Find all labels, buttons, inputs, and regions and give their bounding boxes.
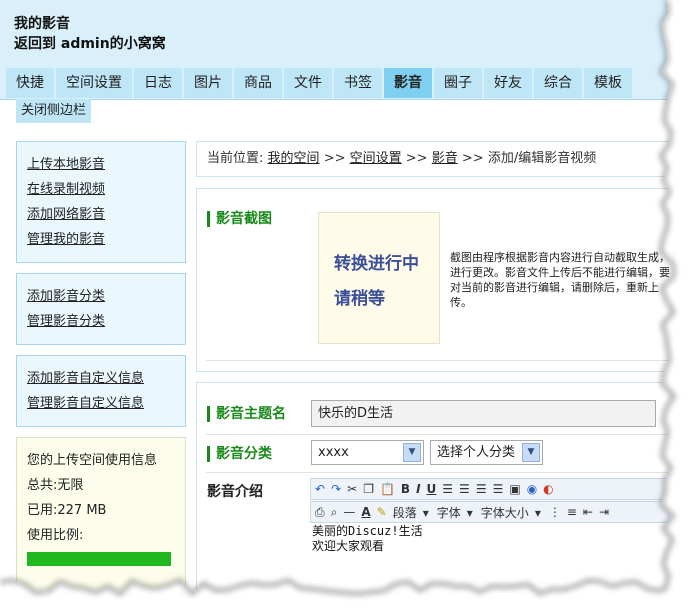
sidebar-add-category[interactable]: 添加影音分类 <box>17 284 185 309</box>
sidebar-manage-custom-info[interactable]: 管理影音自定义信息 <box>17 391 185 416</box>
app-window: 我的影音 返回到 admin的小窝窝 快捷 空间设置 日志 图片 商品 文件 书… <box>0 0 670 590</box>
chevron-down-icon: ▼ <box>403 443 421 462</box>
breadcrumb-space-settings[interactable]: 空间设置 <box>350 151 402 166</box>
outdent-icon[interactable]: ⇤ <box>583 505 593 519</box>
source-icon[interactable]: ⎙ <box>315 505 325 520</box>
category-select[interactable]: xxxx ▼ <box>311 440 424 465</box>
media-icon[interactable]: ◐ <box>543 482 553 496</box>
tab-goods[interactable]: 商品 <box>234 68 282 98</box>
title-input[interactable]: 快乐的D生活 <box>311 400 656 427</box>
tab-video[interactable]: 影音 <box>384 68 432 98</box>
page-title: 我的影音 <box>14 16 70 32</box>
font-dropdown[interactable]: 字体 ▾ <box>437 504 473 521</box>
breadcrumb-prefix: 当前位置: <box>207 151 264 166</box>
divider <box>206 434 670 435</box>
hr-icon[interactable]: — <box>343 505 355 519</box>
redo-icon[interactable]: ↷ <box>331 482 341 496</box>
find-icon[interactable]: ⌕ <box>331 505 338 520</box>
paragraph-dropdown[interactable]: 段落 ▾ <box>393 504 429 521</box>
sidebar-add-network[interactable]: 添加网络影音 <box>17 202 185 227</box>
header: 我的影音 返回到 admin的小窝窝 快捷 空间设置 日志 图片 商品 文件 书… <box>0 0 670 100</box>
italic-icon[interactable]: I <box>416 482 420 496</box>
editor-toolbar-row1: ↶ ↷ ✂ ❐ 📋 B I U ☰ ☰ ☰ ☰ ▣ ◉ ◐ <box>310 478 670 500</box>
breadcrumb-separator: >> <box>323 151 346 166</box>
screenshot-label: 影音截图 <box>207 211 272 227</box>
font-color-icon[interactable]: A <box>361 505 370 519</box>
tab-friends[interactable]: 好友 <box>484 68 532 98</box>
sidebar-add-custom-info[interactable]: 添加影音自定义信息 <box>17 366 185 391</box>
usage-used: 已用:227 MB <box>27 503 107 518</box>
undo-icon[interactable]: ↶ <box>315 482 325 496</box>
rich-text-editor: ↶ ↷ ✂ ❐ 📋 B I U ☰ ☰ ☰ ☰ ▣ ◉ ◐ ⎙ ⌕ — A ✎ … <box>310 478 670 590</box>
image-icon[interactable]: ▣ <box>509 482 520 496</box>
screenshot-description: 截图由程序根据影音内容进行自动截取生成，进行更改。影音文件上传后不能进行编辑，要… <box>450 251 670 309</box>
align-right-icon[interactable]: ☰ <box>476 482 487 496</box>
align-center-icon[interactable]: ☰ <box>459 482 470 496</box>
ordered-list-icon[interactable]: ⋮ <box>549 505 561 519</box>
back-link[interactable]: 返回到 admin的小窝窝 <box>14 33 166 53</box>
breadcrumb-video[interactable]: 影音 <box>432 151 458 166</box>
tab-images[interactable]: 图片 <box>184 68 232 98</box>
breadcrumb-separator: >> <box>461 151 484 166</box>
divider <box>206 360 670 361</box>
tab-blog[interactable]: 日志 <box>134 68 182 98</box>
editor-content-line: 欢迎大家观看 <box>312 539 385 553</box>
font-size-dropdown[interactable]: 字体大小 ▾ <box>481 504 541 521</box>
copy-icon[interactable]: ❐ <box>363 482 374 496</box>
font-dropdown-label: 字体 <box>436 505 461 520</box>
breadcrumb-separator: >> <box>405 151 428 166</box>
title-label: 影音主题名 <box>207 406 286 422</box>
tab-general[interactable]: 综合 <box>534 68 582 98</box>
sidebar-video-actions: 上传本地影音 在线录制视频 添加网络影音 管理我的影音 <box>16 141 186 263</box>
close-sidebar-button[interactable]: 关闭侧边栏 <box>16 99 92 123</box>
tab-bar: 快捷 空间设置 日志 图片 商品 文件 书签 影音 圈子 好友 综合 模板 <box>6 68 634 98</box>
tab-circles[interactable]: 圈子 <box>434 68 482 98</box>
breadcrumb-my-space[interactable]: 我的空间 <box>268 151 320 166</box>
usage-title: 您的上传空间使用信息 <box>27 453 158 468</box>
tab-template[interactable]: 模板 <box>584 68 632 98</box>
font-size-dropdown-label: 字体大小 <box>480 505 529 520</box>
usage-ratio-label: 使用比例: <box>27 528 84 543</box>
editor-toolbar-row2: ⎙ ⌕ — A ✎ 段落 ▾ 字体 ▾ 字体大小 ▾ ⋮ ≡ ⇤ ⇥ <box>310 501 670 523</box>
usage-panel: 您的上传空间使用信息 总共:无限 已用:227 MB 使用比例: <box>16 437 186 590</box>
chevron-down-icon: ▼ <box>522 443 540 462</box>
video-thumbnail: 转换进行中 请稍等 <box>318 212 440 344</box>
sidebar-custom-info-actions: 添加影音自定义信息 管理影音自定义信息 <box>16 355 186 427</box>
thumb-line1: 转换进行中 <box>334 254 419 274</box>
paragraph-dropdown-label: 段落 <box>392 505 417 520</box>
paste-icon[interactable]: 📋 <box>380 482 395 496</box>
divider <box>206 472 670 473</box>
bold-icon[interactable]: B <box>401 482 410 496</box>
usage-total: 总共:无限 <box>27 478 84 493</box>
sidebar-upload-local[interactable]: 上传本地影音 <box>17 152 185 177</box>
category-select-value: xxxx <box>318 445 349 460</box>
indent-icon[interactable]: ⇥ <box>599 505 609 519</box>
editor-content[interactable]: 美丽的Discuz!生活 欢迎大家观看 <box>312 524 423 554</box>
breadcrumb-current: 添加/编辑影音视频 <box>487 151 597 166</box>
tab-space-settings[interactable]: 空间设置 <box>56 68 132 98</box>
breadcrumb: 当前位置: 我的空间 >> 空间设置 >> 影音 >> 添加/编辑影音视频 <box>196 141 670 177</box>
underline-icon[interactable]: U <box>427 482 437 496</box>
intro-label: 影音介绍 <box>207 484 263 500</box>
personal-category-select[interactable]: 选择个人分类 ▼ <box>430 440 543 465</box>
usage-progress-bar <box>27 552 171 566</box>
editor-content-line: 美丽的Discuz!生活 <box>312 524 423 538</box>
align-left-icon[interactable]: ☰ <box>442 482 453 496</box>
sidebar-category-actions: 添加影音分类 管理影音分类 <box>16 273 186 345</box>
thumb-line2: 请稍等 <box>334 289 385 309</box>
unordered-list-icon[interactable]: ≡ <box>567 505 577 519</box>
sidebar-manage-category[interactable]: 管理影音分类 <box>17 309 185 334</box>
category-label: 影音分类 <box>207 446 272 462</box>
flash-icon[interactable]: ◉ <box>527 482 537 496</box>
highlight-icon[interactable]: ✎ <box>377 505 387 519</box>
tab-files[interactable]: 文件 <box>284 68 332 98</box>
sidebar-record-online[interactable]: 在线录制视频 <box>17 177 185 202</box>
align-justify-icon[interactable]: ☰ <box>493 482 504 496</box>
cut-icon[interactable]: ✂ <box>347 482 357 496</box>
sidebar-manage-mine[interactable]: 管理我的影音 <box>17 227 185 252</box>
tab-shortcut[interactable]: 快捷 <box>6 68 54 98</box>
tab-bookmarks[interactable]: 书签 <box>334 68 382 98</box>
personal-category-value: 选择个人分类 <box>437 445 516 460</box>
